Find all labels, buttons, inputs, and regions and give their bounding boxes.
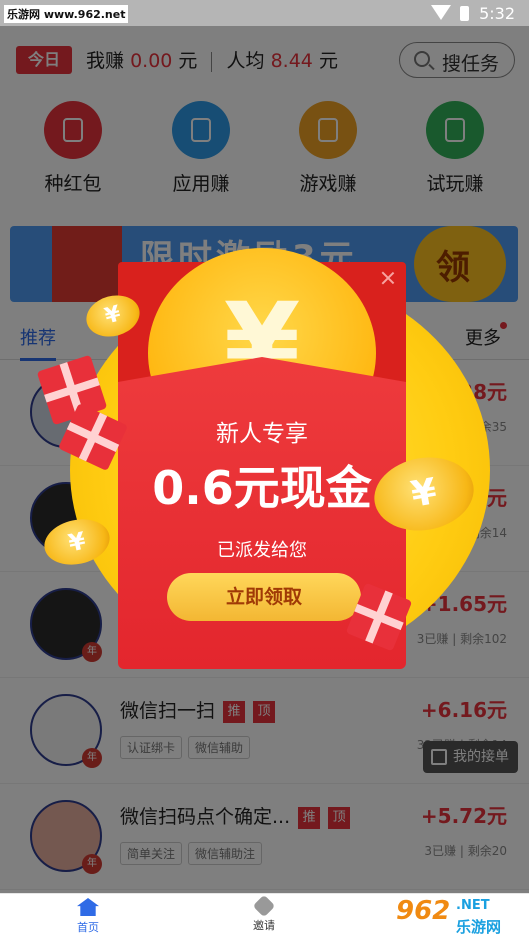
home-icon	[77, 898, 99, 916]
watermark-net: .NET	[456, 898, 490, 913]
tab-invite[interactable]: 邀请	[214, 894, 314, 933]
battery-icon	[460, 6, 469, 21]
watermark-text: 乐游网 www.962.net	[4, 5, 129, 23]
tab-home-label: 首页	[77, 921, 99, 934]
wifi-icon	[431, 5, 451, 20]
watermark-site: 乐游网	[456, 918, 502, 936]
modal-overlay[interactable]	[0, 26, 529, 893]
tab-home[interactable]: 首页	[38, 898, 138, 935]
watermark-logo: 962	[396, 896, 451, 926]
status-bar: 乐游网 www.962.net 5:32	[0, 0, 529, 26]
site-watermark: 962 .NET 乐游网	[392, 894, 522, 938]
tab-invite-label: 邀请	[253, 919, 275, 932]
status-time: 5:32	[479, 4, 515, 23]
claim-button[interactable]: 立即领取	[167, 573, 361, 621]
handshake-icon	[252, 894, 276, 918]
close-icon[interactable]	[378, 268, 398, 288]
